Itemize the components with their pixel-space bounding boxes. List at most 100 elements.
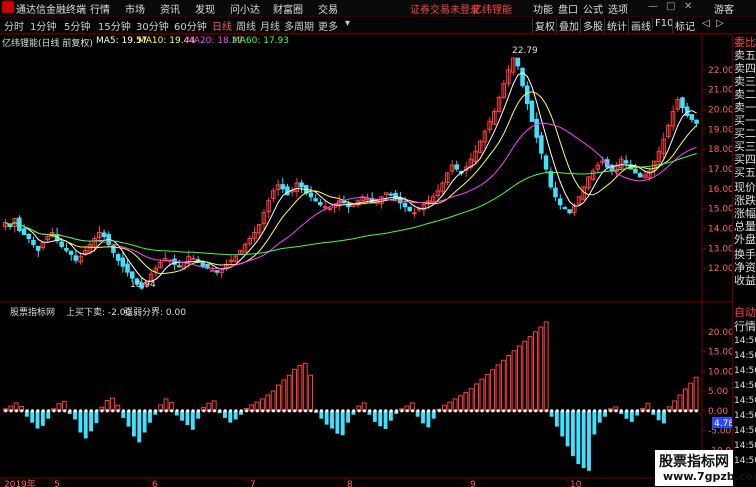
tab-1min[interactable]: 1分钟: [30, 18, 56, 33]
zero-dot: [330, 409, 334, 413]
zero-dot: [512, 409, 516, 413]
candle-body: [200, 262, 206, 267]
zero-dot: [14, 409, 18, 413]
date-label: 5: [54, 480, 60, 487]
zero-dot: [325, 409, 329, 413]
zero-dot: [202, 409, 206, 413]
tab-5min[interactable]: 5分钟: [64, 18, 90, 33]
adjust-button[interactable]: 复权: [532, 18, 557, 33]
price-tick-label: 14.00: [708, 225, 732, 235]
multi-stock-button[interactable]: 多股: [580, 18, 605, 33]
zero-dot: [534, 409, 538, 413]
quote-item: 卖五: [734, 49, 756, 62]
zero-dot: [271, 409, 275, 413]
tab-monthly[interactable]: 月线: [260, 18, 280, 33]
indicator-bar-up: [522, 340, 528, 412]
tab-intraday[interactable]: 分时: [4, 18, 24, 33]
price-tick-label: 13.00: [708, 244, 732, 254]
zero-dot: [560, 409, 565, 413]
next-icon[interactable]: ▷: [716, 18, 724, 29]
zero-dot: [491, 409, 495, 413]
menu-discover[interactable]: 发现: [195, 1, 215, 16]
tab-daily[interactable]: 日线: [212, 18, 232, 33]
zero-dot: [593, 409, 597, 413]
candle-body: [562, 207, 568, 210]
zero-dot: [30, 409, 35, 413]
indicator-bar-down: [228, 410, 233, 423]
zero-dot: [336, 409, 340, 413]
indicator-bar-up: [474, 383, 479, 412]
indicator-bar-up: [495, 364, 501, 412]
current-value: 4.78: [714, 419, 732, 429]
tab-multi-period[interactable]: 多周期: [284, 18, 314, 33]
maximize-icon[interactable]: □: [666, 1, 675, 12]
prev-icon[interactable]: ◁: [702, 18, 710, 29]
chevron-down-icon[interactable]: ▾: [345, 18, 350, 29]
menu-orderbook[interactable]: 盘口: [558, 1, 578, 16]
login-notice[interactable]: 证券交易未登录: [410, 1, 480, 16]
zero-dot: [127, 409, 131, 413]
quote-item: 净资: [734, 261, 756, 274]
tick-time: 14:50: [734, 411, 756, 421]
menu-function[interactable]: 功能: [533, 1, 553, 16]
zero-dot: [84, 409, 88, 413]
draw-button[interactable]: 画线: [628, 18, 653, 33]
tab-15min[interactable]: 15分钟: [98, 18, 131, 33]
zero-dot: [9, 409, 13, 413]
app-title: 通达信金融终端: [16, 5, 86, 16]
zero-dot: [635, 409, 640, 413]
mark-button[interactable]: 标记: [672, 18, 697, 33]
date-label: 10: [570, 480, 582, 487]
candle-body: [115, 254, 121, 261]
candle-body: [680, 97, 685, 108]
price-tick-label: 20.00: [708, 105, 732, 115]
indicator-bar-down: [576, 410, 581, 465]
candle-body: [327, 208, 332, 211]
indicator-bar-down: [94, 410, 99, 424]
tab-weekly[interactable]: 周线: [236, 18, 256, 33]
tick-time: 14:50: [734, 426, 756, 436]
zero-dot: [448, 409, 452, 413]
zero-dot: [587, 409, 591, 413]
indicator-bar-down: [571, 410, 575, 457]
menu-quotes[interactable]: 行情: [90, 1, 110, 16]
tab-30min[interactable]: 30分钟: [136, 18, 169, 33]
indicator-bar-up: [688, 382, 694, 412]
menu-ask[interactable]: 问小达: [230, 1, 260, 16]
tab-more[interactable]: 更多: [318, 18, 338, 33]
menu-trade[interactable]: 交易: [318, 1, 338, 16]
zero-dot: [228, 409, 233, 413]
zero-dot: [405, 409, 409, 413]
kline-chart[interactable]: 22.00 21.00 20.00 19.00 18.00 17.00 16.00 15.00…: [0, 34, 732, 487]
zero-dot: [544, 409, 549, 413]
guest-label[interactable]: 游客: [714, 1, 734, 16]
quote-item: 外盘: [734, 233, 756, 246]
close-icon[interactable]: ✕: [684, 1, 692, 12]
menu-news[interactable]: 资讯: [160, 1, 180, 16]
stats-button[interactable]: 统计: [604, 18, 629, 33]
tab-quote[interactable]: 行情: [734, 320, 756, 333]
zero-dot: [250, 409, 254, 413]
minimize-icon[interactable]: —: [648, 1, 658, 12]
zero-dot: [159, 409, 163, 413]
indicator-bar-up: [516, 345, 522, 412]
indicator-bar-up: [110, 397, 115, 412]
menu-formula[interactable]: 公式: [583, 1, 603, 16]
zero-dot: [52, 409, 56, 413]
menu-options[interactable]: 选项: [608, 1, 628, 16]
menu-wealth[interactable]: 财富圈: [273, 1, 303, 16]
overlay-button[interactable]: 叠加: [556, 18, 581, 33]
menu-market[interactable]: 市场: [125, 1, 145, 16]
indicator-bar-down: [78, 410, 83, 433]
tab-auto[interactable]: 自动: [734, 306, 756, 319]
zero-dot: [496, 409, 500, 413]
zero-dot: [598, 409, 602, 413]
zero-dot: [293, 409, 297, 413]
indicator-bar-up: [543, 321, 549, 412]
zero-dot: [410, 409, 415, 413]
zero-dot: [148, 409, 152, 413]
tab-60min[interactable]: 60分钟: [174, 18, 207, 33]
quote-item: 买五: [734, 166, 756, 179]
tick-time: 14:50: [734, 351, 756, 361]
indicator-bar-down: [126, 410, 131, 427]
